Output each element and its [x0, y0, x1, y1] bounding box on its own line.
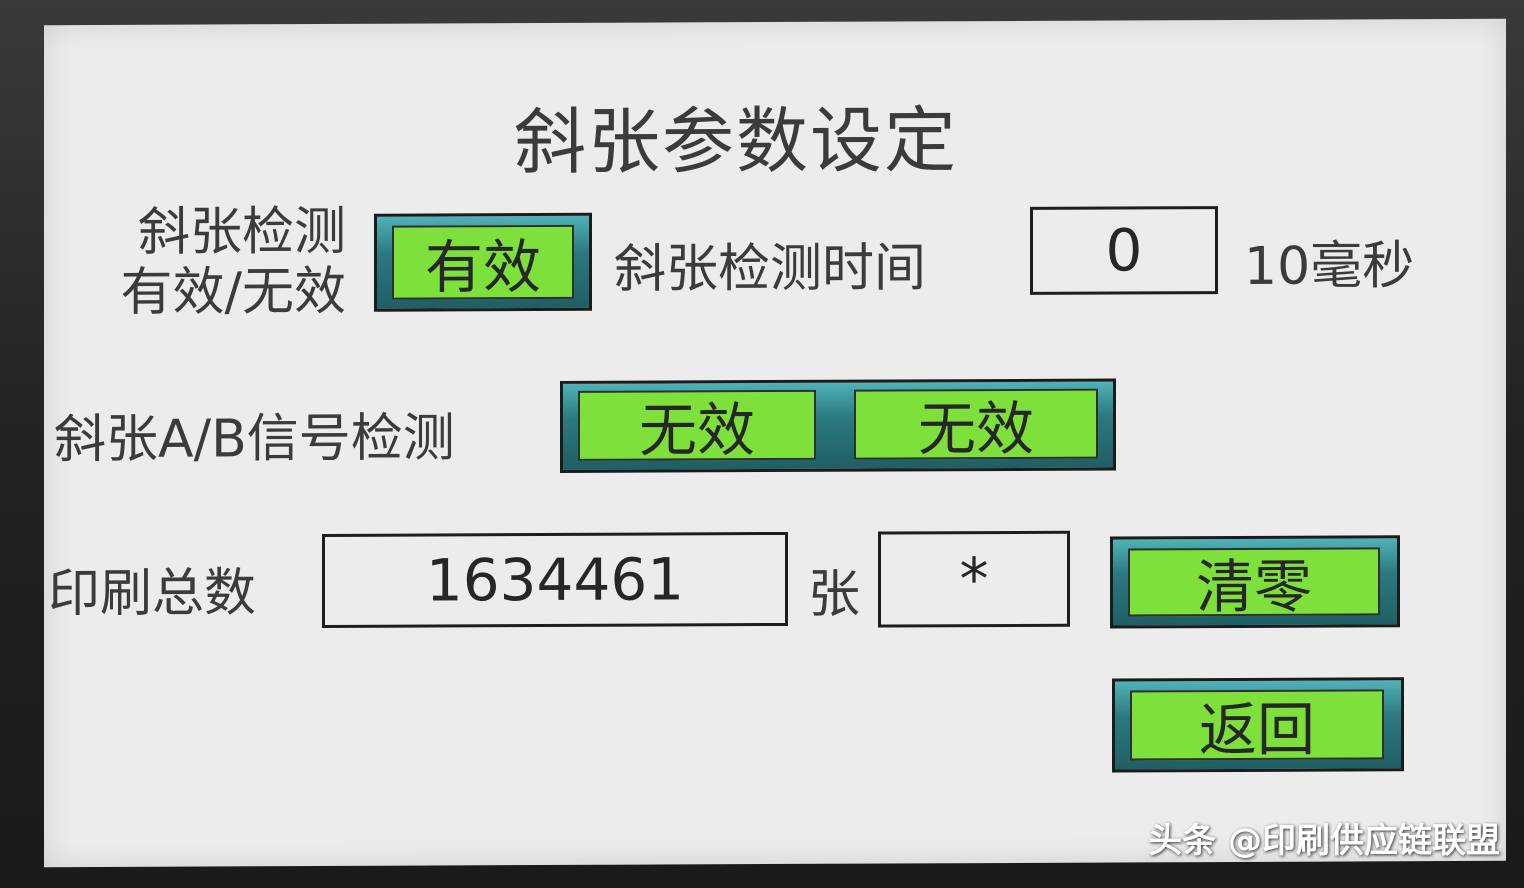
page-title: 斜张参数设定 — [514, 98, 959, 185]
skew-detect-toggle-button[interactable]: 有效 — [392, 224, 574, 302]
password-input[interactable]: * — [878, 530, 1070, 628]
skew-detect-label: 斜张检测 有效/无效 — [64, 202, 346, 323]
skew-detect-time-label: 斜张检测时间 — [614, 238, 927, 300]
skew-b-toggle-button[interactable]: 无效 — [854, 388, 1098, 463]
clear-button[interactable]: 清零 — [1128, 547, 1380, 621]
watermark-text: 头条 @印刷供应链联盟 — [1148, 821, 1500, 861]
skew-detect-label-line1: 斜张检测 — [137, 201, 346, 263]
skew-ab-signal-label: 斜张A/B信号检测 — [54, 408, 455, 471]
sheet-unit-label: 张 — [808, 564, 861, 625]
skew-detect-time-input[interactable]: 0 — [1030, 206, 1218, 295]
print-total-label: 印刷总数 — [48, 563, 257, 625]
back-button[interactable]: 返回 — [1130, 689, 1384, 764]
skew-a-toggle-button[interactable]: 无效 — [578, 389, 816, 465]
time-unit-label: 10毫秒 — [1244, 236, 1415, 297]
print-total-display: 1634461 — [322, 531, 788, 628]
skew-detect-label-line2: 有效/无效 — [120, 261, 346, 323]
hmi-screen: 斜张参数设定 斜张检测 有效/无效 有效 斜张检测时间 0 10毫秒 斜张A/B… — [44, 18, 1506, 868]
